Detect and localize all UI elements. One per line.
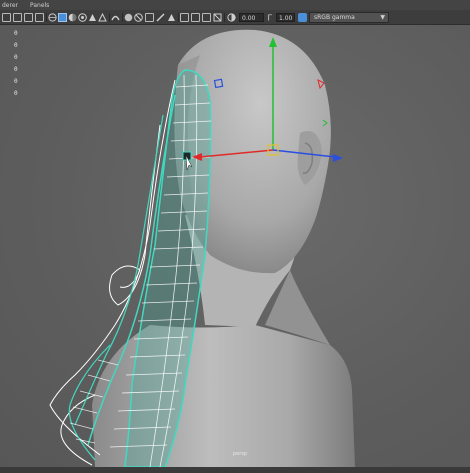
hud-value: 0 — [14, 78, 18, 85]
panel-menu-bar: derer Panels — [0, 0, 470, 10]
menu-renderer[interactable]: derer — [2, 2, 18, 9]
xray-components-icon[interactable] — [145, 13, 154, 22]
ambient-occlusion-icon[interactable] — [156, 13, 165, 22]
3d-viewport[interactable]: 0 0 0 0 0 0 persp — [0, 25, 470, 467]
light-icon[interactable] — [88, 13, 97, 22]
image-plane-icon[interactable] — [35, 13, 44, 22]
color-space-dropdown[interactable]: sRGB gamma ▼ — [309, 12, 389, 23]
xray-icon[interactable] — [124, 13, 133, 22]
textured-icon[interactable] — [78, 13, 87, 22]
viewport-toolbar: 0.00 Γ 1.00 sRGB gamma ▼ — [0, 10, 470, 25]
select-camera-icon[interactable] — [2, 13, 11, 22]
hud-value: 0 — [14, 30, 18, 37]
wireframe-on-shaded-icon[interactable] — [58, 13, 67, 22]
field-chart-icon[interactable] — [202, 13, 211, 22]
grid-icon[interactable] — [48, 13, 57, 22]
motion-blur-icon[interactable] — [167, 13, 176, 22]
shaded-icon[interactable] — [68, 13, 77, 22]
camera-name-label: persp — [233, 451, 248, 457]
hud-value: 0 — [14, 42, 18, 49]
menu-panels[interactable]: Panels — [30, 2, 49, 9]
hud-value: 0 — [14, 90, 18, 97]
exposure-icon[interactable] — [227, 13, 236, 22]
bookmark-icon[interactable] — [24, 13, 33, 22]
gate-mask-icon[interactable] — [191, 13, 200, 22]
hud-value: 0 — [14, 66, 18, 73]
color-space-value: sRGB gamma — [314, 14, 355, 21]
chevron-down-icon: ▼ — [380, 14, 385, 21]
hud-readout: 0 0 0 0 0 0 — [14, 28, 18, 100]
svg-text:Γ: Γ — [268, 14, 273, 23]
safe-area-icon[interactable] — [213, 13, 222, 22]
isolate-icon[interactable] — [111, 13, 120, 22]
exposure-field[interactable]: 0.00 — [239, 13, 264, 22]
resolution-gate-icon[interactable] — [180, 13, 189, 22]
bottom-bar — [0, 467, 470, 473]
gamma-field[interactable]: 1.00 — [276, 13, 295, 22]
color-management-icon[interactable] — [298, 13, 307, 22]
camera-attributes-icon[interactable] — [13, 13, 22, 22]
xray-joints-icon[interactable] — [134, 13, 143, 22]
scene-render — [49, 29, 355, 467]
hud-value: 0 — [14, 54, 18, 61]
gamma-icon[interactable]: Γ — [266, 13, 275, 23]
shadow-icon[interactable] — [98, 13, 107, 22]
